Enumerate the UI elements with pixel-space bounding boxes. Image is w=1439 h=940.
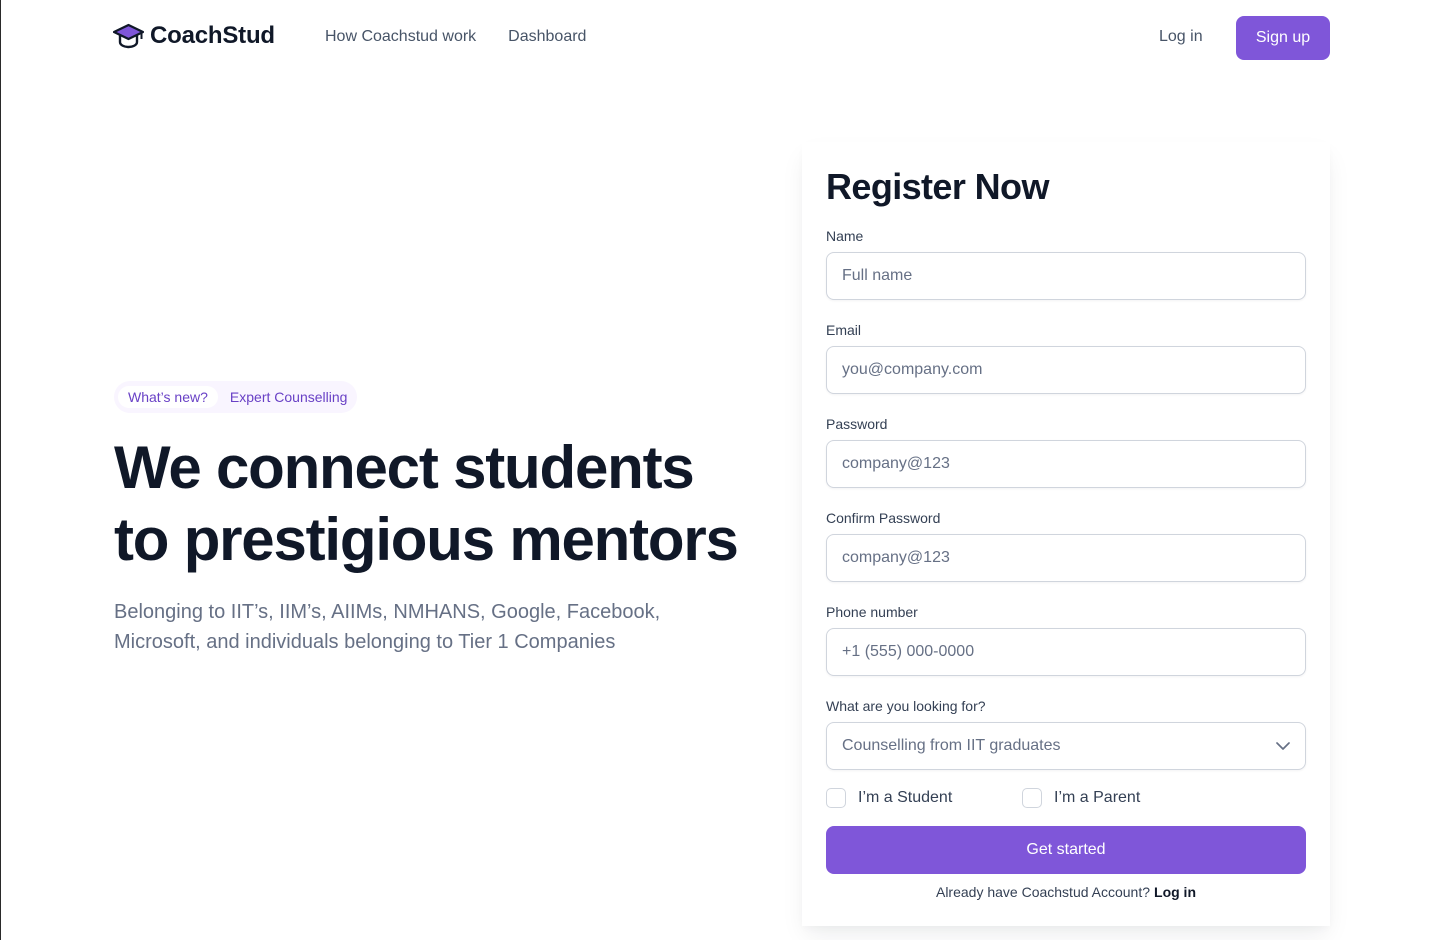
footer-login-link[interactable]: Log in [1154, 884, 1196, 900]
logo[interactable]: CoachStud [113, 22, 275, 50]
chevron-down-icon [1276, 742, 1290, 750]
looking-for-select[interactable]: Counselling from IIT graduates [826, 722, 1306, 770]
hero-title: We connect students to prestigious mento… [114, 432, 774, 576]
student-checkbox-row[interactable]: I’m a Student [826, 788, 952, 808]
nav-dashboard[interactable]: Dashboard [508, 28, 586, 46]
parent-checkbox-row[interactable]: I’m a Parent [1022, 788, 1140, 808]
signup-button[interactable]: Sign up [1236, 16, 1330, 60]
select-value: Counselling from IIT graduates [842, 737, 1061, 754]
top-navbar: CoachStud How Coachstud work Dashboard L… [1, 0, 1439, 80]
badge-text: Expert Counselling [229, 389, 348, 405]
graduation-cap-icon [113, 23, 144, 49]
hero-title-line-1: We connect students [114, 434, 695, 501]
name-label: Name [826, 228, 864, 244]
confirm-password-label: Confirm Password [826, 510, 941, 526]
looking-for-label: What are you looking for? [826, 698, 986, 714]
password-input[interactable] [826, 440, 1306, 488]
parent-checkbox-label: I’m a Parent [1054, 789, 1141, 806]
brand-name: CoachStud [150, 22, 275, 49]
main-nav: How Coachstud work Dashboard [325, 28, 586, 46]
parent-checkbox[interactable] [1022, 788, 1042, 808]
login-prompt-text: Already have Coachstud Account? [935, 884, 1151, 900]
get-started-button[interactable]: Get started [826, 826, 1306, 874]
badge-tag: What’s new? [118, 386, 218, 408]
name-input[interactable] [826, 252, 1306, 300]
email-input[interactable] [826, 346, 1306, 394]
login-link[interactable]: Log in [1159, 28, 1203, 46]
hero-title-line-2: to prestigious mentors [114, 506, 739, 573]
student-checkbox-label: I’m a Student [858, 789, 953, 806]
email-label: Email [826, 322, 862, 338]
hero-subtitle: Belonging to IIT’s, IIM’s, AIIMs, NMHANS… [114, 601, 661, 653]
student-checkbox[interactable] [826, 788, 846, 808]
confirm-password-input[interactable] [826, 534, 1306, 582]
register-title: Register Now [826, 166, 1049, 207]
login-prompt: Already have Coachstud Account? Log in [826, 884, 1306, 900]
password-label: Password [826, 416, 888, 432]
phone-input[interactable] [826, 628, 1306, 676]
nav-how-it-works[interactable]: How Coachstud work [325, 28, 476, 46]
phone-label: Phone number [826, 604, 918, 620]
register-card: Register Now Name Email Password Confirm… [802, 142, 1330, 926]
whats-new-badge[interactable]: What’s new? Expert Counselling [114, 381, 358, 413]
